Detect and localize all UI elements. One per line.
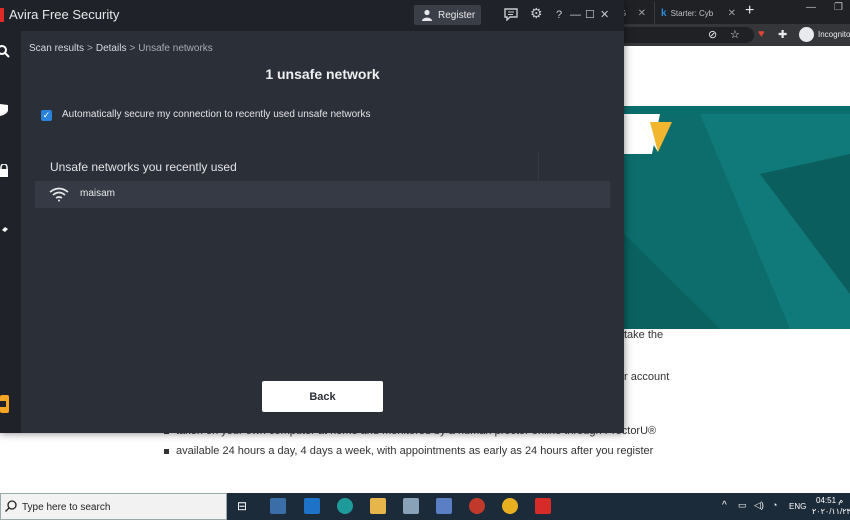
mail-icon[interactable]: [304, 498, 320, 514]
tab-label: Starter: Cyb: [670, 8, 714, 18]
close-tab-icon[interactable]: ✕: [638, 8, 646, 19]
page-title: 1 unsafe network: [265, 66, 380, 82]
restore-window-icon[interactable]: ❐: [834, 2, 843, 13]
web-bullet-item: available 24 hours a day, 4 days a week,…: [164, 445, 653, 457]
sidebar-upgrade-badge-icon[interactable]: [0, 395, 10, 413]
sidebar-performance-rocket-icon[interactable]: [0, 224, 10, 237]
show-hidden-icons-icon[interactable]: ^: [722, 500, 727, 511]
back-button[interactable]: Back: [262, 381, 383, 412]
app-name: Avira: [9, 7, 39, 22]
search-icon: [5, 500, 17, 512]
file-explorer-icon[interactable]: [370, 498, 386, 514]
clock-date[interactable]: ٢٠٢٠/١١/٢٣: [812, 507, 850, 516]
edge-browser-icon[interactable]: [337, 498, 353, 514]
chrome-icon[interactable]: [502, 498, 518, 514]
new-tab-button[interactable]: +: [745, 2, 754, 20]
clock-time[interactable]: 04:51 م: [816, 496, 843, 505]
bullet-icon: [164, 448, 169, 454]
app-title: Avira Free Security: [9, 7, 119, 22]
breadcrumb-separator: >: [87, 43, 93, 54]
incognito-icon[interactable]: [799, 27, 814, 42]
network-name: maisam: [80, 188, 116, 199]
wifi-icon: [49, 187, 69, 202]
close-tab-icon[interactable]: ✕: [728, 8, 736, 19]
breadcrumb: Scan results > Details > Unsafe networks: [29, 43, 213, 54]
language-indicator[interactable]: ENG: [789, 502, 806, 511]
maximize-icon[interactable]: ☐: [585, 8, 595, 22]
avira-logo-icon: [0, 8, 4, 22]
remote-desktop-icon[interactable]: [436, 498, 452, 514]
taskbar-search-box[interactable]: Type here to search: [0, 493, 227, 520]
user-icon: [422, 9, 432, 21]
psiphon-icon[interactable]: [469, 498, 485, 514]
windows-taskbar: Type here to search ⊟ ^ ▭ ◁) ◔ ENG 04:51…: [0, 493, 850, 520]
section-divider: [538, 152, 539, 180]
feedback-icon[interactable]: [504, 8, 518, 25]
auto-secure-checkbox[interactable]: ✓: [41, 110, 52, 121]
extensions-puzzle-icon[interactable]: ✚: [778, 28, 787, 41]
web-text-line: take the: [624, 329, 664, 341]
extension-shield-icon[interactable]: ♥: [758, 28, 765, 40]
help-button[interactable]: ?: [556, 8, 562, 22]
breadcrumb-scan-results[interactable]: Scan results: [29, 43, 84, 54]
avira-titlebar: Avira Free Security Register ⚙ ? — ☐ ✕: [0, 0, 624, 31]
auto-secure-label[interactable]: Automatically secure my connection to re…: [62, 109, 371, 120]
web-bullet-text: available 24 hours a day, 4 days a week,…: [176, 445, 654, 457]
settings-gear-icon[interactable]: ⚙: [530, 6, 543, 20]
app-subtitle: Free Security: [42, 7, 120, 22]
breadcrumb-separator: >: [129, 43, 136, 54]
web-text-line: r account: [624, 371, 670, 383]
search-placeholder: Type here to search: [22, 502, 111, 513]
avira-taskbar-icon[interactable]: [535, 498, 551, 514]
breadcrumb-details[interactable]: Details: [96, 43, 127, 54]
close-icon[interactable]: ✕: [600, 8, 609, 22]
bookmark-star-icon[interactable]: ☆: [730, 28, 740, 41]
network-list-item[interactable]: maisam: [35, 181, 610, 208]
incognito-label: Incognito: [818, 30, 850, 39]
eye-off-icon[interactable]: ⊘: [708, 28, 717, 41]
battery-icon[interactable]: ▭: [738, 500, 747, 511]
volume-icon[interactable]: ◁): [754, 500, 764, 511]
task-view-icon[interactable]: ⊟: [237, 498, 247, 514]
register-label: Register: [438, 9, 476, 21]
avira-window: Avira Free Security Register ⚙ ? — ☐ ✕ S…: [0, 0, 624, 433]
app-window-icon[interactable]: [403, 498, 419, 514]
minimize-window-icon[interactable]: —: [806, 2, 816, 13]
sidebar-scan-icon[interactable]: [0, 45, 10, 58]
avira-sidebar: [0, 31, 21, 433]
breadcrumb-unsafe-networks: Unsafe networks: [138, 43, 213, 54]
section-title: Unsafe networks you recently used: [50, 160, 237, 174]
browser-tab[interactable]: G ✕: [620, 2, 650, 24]
sidebar-privacy-lock-icon[interactable]: [0, 164, 10, 177]
minimize-icon[interactable]: —: [570, 8, 581, 22]
register-button[interactable]: Register: [414, 5, 481, 25]
site-favicon-icon: k: [661, 7, 667, 19]
sidebar-security-shield-icon[interactable]: [0, 103, 10, 116]
store-icon[interactable]: [270, 498, 286, 514]
browser-tab[interactable]: k Starter: Cyb ✕: [654, 2, 740, 24]
network-icon[interactable]: ◔: [772, 500, 777, 510]
